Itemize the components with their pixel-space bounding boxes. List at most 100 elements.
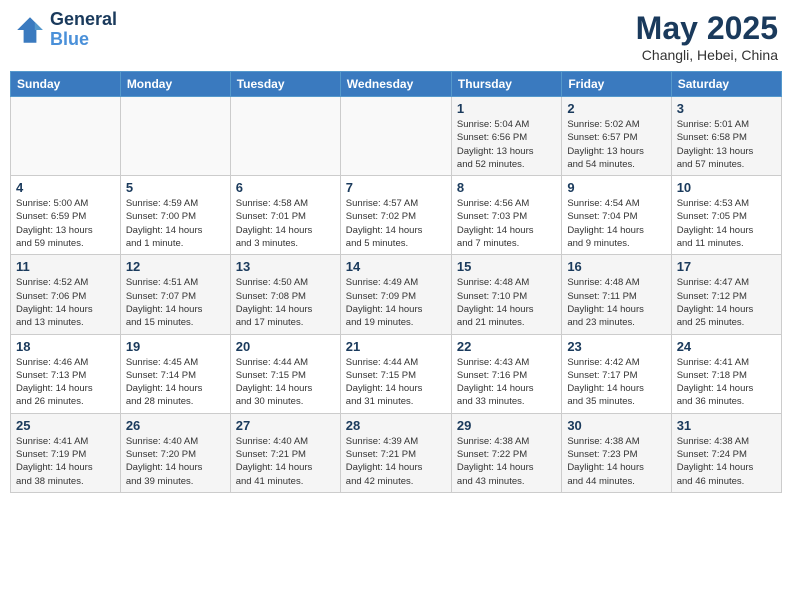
day-info: Sunrise: 4:46 AM Sunset: 7:13 PM Dayligh… [16,356,115,409]
calendar-cell: 24 Sunrise: 4:41 AM Sunset: 7:18 PM Dayli… [671,334,781,413]
day-info: Sunrise: 4:42 AM Sunset: 7:17 PM Dayligh… [567,356,665,409]
day-number: 15 [457,259,556,274]
day-info: Sunrise: 5:00 AM Sunset: 6:59 PM Dayligh… [16,197,115,250]
weekday-header-thursday: Thursday [451,72,561,97]
day-number: 21 [346,339,446,354]
calendar-cell: 5Sunrise: 4:59 AM Sunset: 7:00 PM Daylig… [120,176,230,255]
logo-icon [14,14,46,46]
calendar-cell: 26 Sunrise: 4:40 AM Sunset: 7:20 PM Dayli… [120,413,230,492]
day-info: Sunrise: 4:48 AM Sunset: 7:11 PM Dayligh… [567,276,665,329]
day-number: 3 [677,101,776,116]
day-number: 26 [126,418,225,433]
calendar-cell: 20Sunrise: 4:44 AM Sunset: 7:15 PM Dayli… [230,334,340,413]
day-number: 29 [457,418,556,433]
day-number: 9 [567,180,665,195]
calendar-cell: 10Sunrise: 4:53 AM Sunset: 7:05 PM Dayli… [671,176,781,255]
day-info: Sunrise: 4:58 AM Sunset: 7:01 PM Dayligh… [236,197,335,250]
day-number: 16 [567,259,665,274]
day-number: 28 [346,418,446,433]
weekday-header-saturday: Saturday [671,72,781,97]
day-number: 22 [457,339,556,354]
week-row-5: 25Sunrise: 4:41 AM Sunset: 7:19 PM Dayli… [11,413,782,492]
weekday-header-row: SundayMondayTuesdayWednesdayThursdayFrid… [11,72,782,97]
day-info: Sunrise: 4:38 AM Sunset: 7:22 PM Dayligh… [457,435,556,488]
location-subtitle: Changli, Hebei, China [636,47,778,63]
day-number: 23 [567,339,665,354]
day-number: 12 [126,259,225,274]
day-info: Sunrise: 4:56 AM Sunset: 7:03 PM Dayligh… [457,197,556,250]
day-info: Sunrise: 4:51 AM Sunset: 7:07 PM Dayligh… [126,276,225,329]
day-number: 13 [236,259,335,274]
day-number: 31 [677,418,776,433]
weekday-header-sunday: Sunday [11,72,121,97]
week-row-3: 11 Sunrise: 4:52 AM Sunset: 7:06 PM Dayli… [11,255,782,334]
calendar-cell: 12 Sunrise: 4:51 AM Sunset: 7:07 PM Dayli… [120,255,230,334]
day-number: 6 [236,180,335,195]
calendar-cell: 16 Sunrise: 4:48 AM Sunset: 7:11 PM Dayli… [562,255,671,334]
logo-text: General Blue [50,10,117,50]
day-info: Sunrise: 4:53 AM Sunset: 7:05 PM Dayligh… [677,197,776,250]
day-info: Sunrise: 4:49 AM Sunset: 7:09 PM Dayligh… [346,276,446,329]
day-info: Sunrise: 4:40 AM Sunset: 7:20 PM Dayligh… [126,435,225,488]
day-info: Sunrise: 4:38 AM Sunset: 7:23 PM Dayligh… [567,435,665,488]
calendar-cell: 25Sunrise: 4:41 AM Sunset: 7:19 PM Dayli… [11,413,121,492]
calendar-cell: 28 Sunrise: 4:39 AM Sunset: 7:21 PM Dayli… [340,413,451,492]
calendar-cell: 22 Sunrise: 4:43 AM Sunset: 7:16 PM Dayli… [451,334,561,413]
calendar-cell: 13 Sunrise: 4:50 AM Sunset: 7:08 PM Dayli… [230,255,340,334]
logo: General Blue [14,10,117,50]
title-block: May 2025 Changli, Hebei, China [636,10,778,63]
calendar-cell: 7 Sunrise: 4:57 AM Sunset: 7:02 PM Daylig… [340,176,451,255]
day-info: Sunrise: 4:45 AM Sunset: 7:14 PM Dayligh… [126,356,225,409]
day-number: 11 [16,259,115,274]
day-info: Sunrise: 4:41 AM Sunset: 7:19 PM Dayligh… [16,435,115,488]
calendar-cell: 19 Sunrise: 4:45 AM Sunset: 7:14 PM Dayli… [120,334,230,413]
day-info: Sunrise: 4:47 AM Sunset: 7:12 PM Dayligh… [677,276,776,329]
day-number: 4 [16,180,115,195]
calendar-cell: 11 Sunrise: 4:52 AM Sunset: 7:06 PM Dayli… [11,255,121,334]
day-info: Sunrise: 4:48 AM Sunset: 7:10 PM Dayligh… [457,276,556,329]
day-info: Sunrise: 4:41 AM Sunset: 7:18 PM Dayligh… [677,356,776,409]
day-number: 14 [346,259,446,274]
weekday-header-friday: Friday [562,72,671,97]
calendar-cell: 21 Sunrise: 4:44 AM Sunset: 7:15 PM Dayli… [340,334,451,413]
day-info: Sunrise: 4:39 AM Sunset: 7:21 PM Dayligh… [346,435,446,488]
calendar-cell: 18 Sunrise: 4:46 AM Sunset: 7:13 PM Dayli… [11,334,121,413]
day-info: Sunrise: 4:52 AM Sunset: 7:06 PM Dayligh… [16,276,115,329]
calendar-cell: 27 Sunrise: 4:40 AM Sunset: 7:21 PM Dayli… [230,413,340,492]
calendar-cell [11,97,121,176]
calendar-cell [120,97,230,176]
month-title: May 2025 [636,10,778,47]
calendar-table: SundayMondayTuesdayWednesdayThursdayFrid… [10,71,782,493]
calendar-cell [340,97,451,176]
day-number: 7 [346,180,446,195]
day-info: Sunrise: 5:02 AM Sunset: 6:57 PM Dayligh… [567,118,665,171]
day-info: Sunrise: 4:54 AM Sunset: 7:04 PM Dayligh… [567,197,665,250]
day-number: 24 [677,339,776,354]
day-number: 2 [567,101,665,116]
week-row-1: 1Sunrise: 5:04 AM Sunset: 6:56 PM Daylig… [11,97,782,176]
calendar-cell: 29 Sunrise: 4:38 AM Sunset: 7:22 PM Dayli… [451,413,561,492]
calendar-cell: 23 Sunrise: 4:42 AM Sunset: 7:17 PM Dayli… [562,334,671,413]
day-info: Sunrise: 4:43 AM Sunset: 7:16 PM Dayligh… [457,356,556,409]
day-info: Sunrise: 5:01 AM Sunset: 6:58 PM Dayligh… [677,118,776,171]
day-info: Sunrise: 4:59 AM Sunset: 7:00 PM Dayligh… [126,197,225,250]
day-number: 19 [126,339,225,354]
calendar-cell: 2 Sunrise: 5:02 AM Sunset: 6:57 PM Daylig… [562,97,671,176]
day-number: 17 [677,259,776,274]
calendar-cell: 3 Sunrise: 5:01 AM Sunset: 6:58 PM Daylig… [671,97,781,176]
day-info: Sunrise: 4:38 AM Sunset: 7:24 PM Dayligh… [677,435,776,488]
calendar-cell: 9 Sunrise: 4:54 AM Sunset: 7:04 PM Daylig… [562,176,671,255]
calendar-cell: 15 Sunrise: 4:48 AM Sunset: 7:10 PM Dayli… [451,255,561,334]
week-row-2: 4 Sunrise: 5:00 AM Sunset: 6:59 PM Daylig… [11,176,782,255]
day-info: Sunrise: 4:57 AM Sunset: 7:02 PM Dayligh… [346,197,446,250]
calendar-cell: 31 Sunrise: 4:38 AM Sunset: 7:24 PM Dayli… [671,413,781,492]
day-info: Sunrise: 4:50 AM Sunset: 7:08 PM Dayligh… [236,276,335,329]
week-row-4: 18 Sunrise: 4:46 AM Sunset: 7:13 PM Dayli… [11,334,782,413]
day-number: 27 [236,418,335,433]
calendar-cell: 1Sunrise: 5:04 AM Sunset: 6:56 PM Daylig… [451,97,561,176]
day-number: 30 [567,418,665,433]
day-info: Sunrise: 4:40 AM Sunset: 7:21 PM Dayligh… [236,435,335,488]
day-info: Sunrise: 4:44 AM Sunset: 7:15 PM Dayligh… [346,356,446,409]
day-info: Sunrise: 5:04 AM Sunset: 6:56 PM Dayligh… [457,118,556,171]
day-number: 18 [16,339,115,354]
